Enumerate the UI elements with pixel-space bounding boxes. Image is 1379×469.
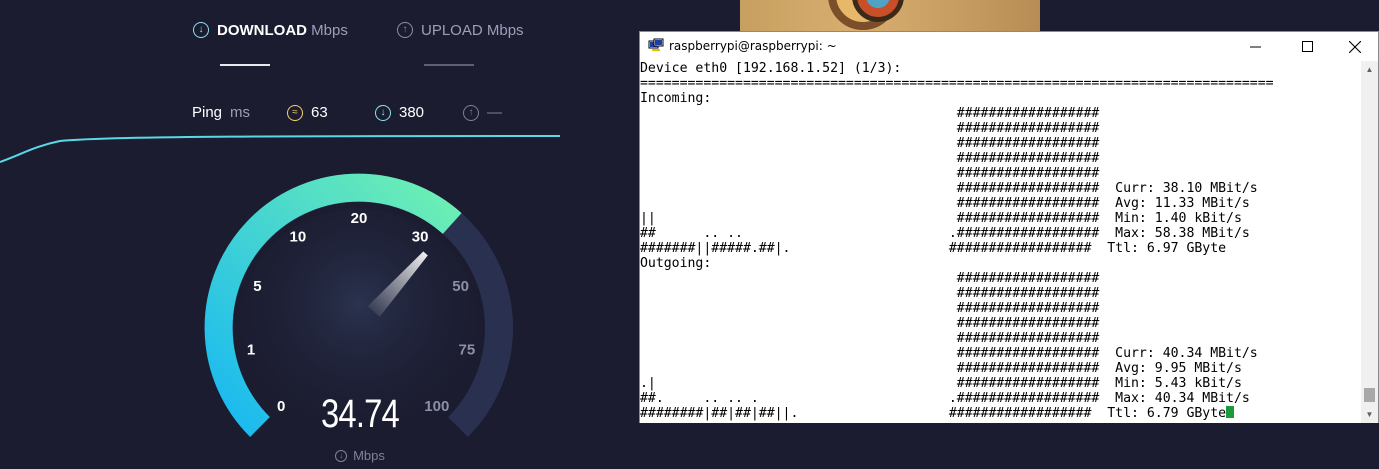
speed-unit-icon: ↓: [335, 449, 348, 462]
vertical-scrollbar[interactable]: ▲ ▼: [1361, 61, 1378, 423]
gauge-tick-label: 75: [459, 342, 476, 359]
terminal-line: ################## Avg: 9.95 MBit/s: [640, 361, 1242, 376]
terminal-line: ========================================…: [640, 76, 1274, 91]
terminal-line: ## .. .. .################## Max: 58.38 …: [640, 226, 1250, 241]
close-icon: [1349, 40, 1361, 53]
maximize-button[interactable]: [1284, 32, 1330, 61]
terminal-line: ##################: [640, 136, 1100, 151]
terminal-line: Incoming:: [640, 91, 712, 106]
terminal-line: ##. .. .. . .################## Max: 40.…: [640, 391, 1250, 406]
gauge-tick-label: 0: [277, 398, 285, 415]
terminal-line: ################## Avg: 11.33 MBit/s: [640, 196, 1250, 211]
gauge-tick-label: 50: [452, 278, 469, 295]
terminal-line: Device eth0 [192.168.1.52] (1/3):: [640, 61, 902, 76]
terminal-line: .| ################## Min: 5.43 kBit/s: [640, 376, 1242, 391]
terminal-line: ##################: [640, 106, 1100, 121]
terminal-line: ################## Curr: 38.10 MBit/s: [640, 181, 1258, 196]
speed-history-line: [0, 135, 561, 163]
minimize-button[interactable]: [1232, 32, 1278, 61]
terminal-line: Outgoing:: [640, 256, 712, 271]
terminal-line: ##################: [640, 271, 1100, 286]
speed-unit-text: Mbps: [353, 448, 385, 463]
speed-unit: ↓ Mbps: [320, 448, 400, 463]
gauge-tick-label: 10: [290, 229, 307, 246]
putty-icon: [648, 38, 664, 51]
desktop-wallpaper: [740, 0, 1040, 31]
close-button[interactable]: [1332, 32, 1378, 61]
terminal-output[interactable]: Device eth0 [192.168.1.52] (1/3): ======…: [640, 61, 1362, 423]
gauge-tick-label: 5: [253, 278, 261, 295]
terminal-line: #######||#####.##|. ################## T…: [640, 241, 1227, 256]
terminal-line: ########|##|##|##||. ################## …: [640, 406, 1227, 421]
terminal-text: Device eth0 [192.168.1.52] (1/3): ======…: [640, 61, 1362, 421]
gauge-tick-label: 20: [351, 210, 368, 227]
terminal-line: ##################: [640, 331, 1100, 346]
minimize-icon: [1249, 46, 1261, 48]
speed-value: 34.74: [320, 392, 400, 436]
terminal-cursor: [1226, 406, 1235, 418]
terminal-line: ##################: [640, 286, 1100, 301]
maximize-icon: [1301, 41, 1313, 52]
scroll-up-icon[interactable]: ▲: [1361, 61, 1378, 78]
terminal-line: ##################: [640, 151, 1100, 166]
terminal-line: ##################: [640, 166, 1100, 181]
gauge-tick-label: 30: [412, 229, 429, 246]
gauge-tick-label: 1: [247, 342, 255, 359]
window-title: raspberrypi@raspberrypi: ~: [669, 39, 837, 53]
terminal-line: ##################: [640, 301, 1100, 316]
terminal-window[interactable]: raspberrypi@raspberrypi: ~ Device eth0 […: [639, 31, 1379, 423]
terminal-line: ##################: [640, 316, 1100, 331]
terminal-line: || ################## Min: 1.40 kBit/s: [640, 211, 1242, 226]
speedtest-panel: ↓ DOWNLOAD Mbps ↑ UPLOAD Mbps Ping ms ≈ …: [0, 0, 640, 469]
terminal-line: ################## Curr: 40.34 MBit/s: [640, 346, 1258, 361]
scroll-down-icon[interactable]: ▼: [1361, 406, 1378, 423]
gauge-tick-label: 100: [424, 398, 449, 415]
title-bar[interactable]: raspberrypi@raspberrypi: ~: [640, 32, 1378, 61]
terminal-line: ##################: [640, 121, 1100, 136]
scrollbar-thumb[interactable]: [1364, 388, 1375, 402]
